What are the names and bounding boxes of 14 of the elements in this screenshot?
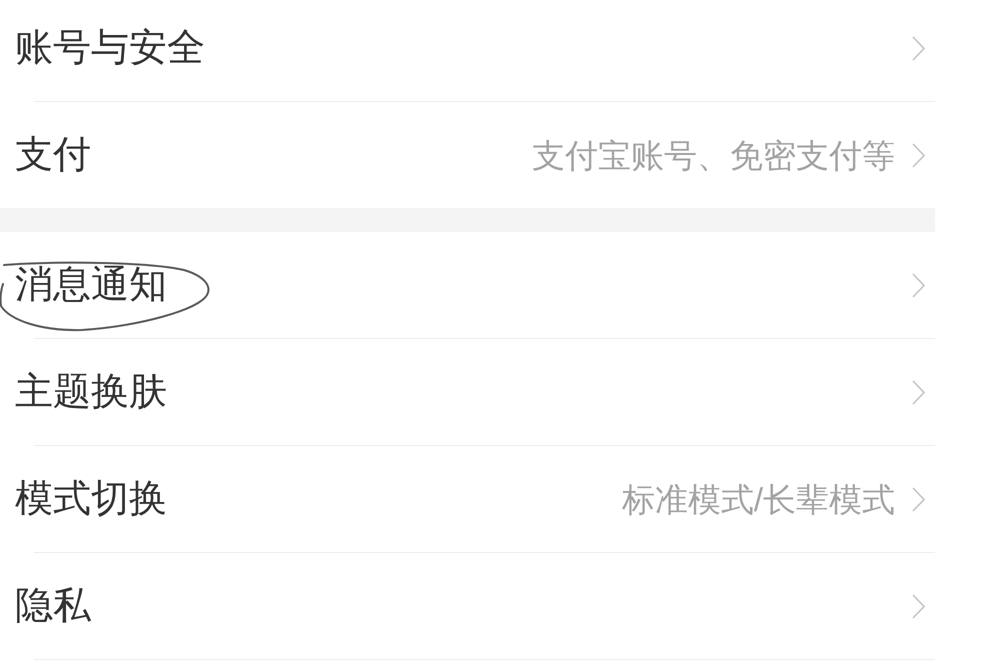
chevron-right-icon: [912, 36, 925, 60]
chevron-right-icon: [912, 272, 925, 298]
setting-label[interactable]: 模式切换: [15, 480, 167, 518]
setting-label[interactable]: 主题换肤: [15, 373, 167, 411]
chevron-right-icon: [912, 594, 925, 618]
setting-label[interactable]: 消息通知: [15, 266, 167, 304]
setting-label[interactable]: 隐私: [15, 587, 91, 625]
chevron-right-icon: [912, 380, 925, 404]
setting-value: 支付宝账号、免密支付等: [532, 138, 895, 172]
setting-label[interactable]: 账号与安全: [15, 29, 205, 67]
setting-value: 标准模式/长辈模式: [622, 482, 895, 516]
chevron-right-icon: [912, 142, 925, 168]
chevron-right-icon: [912, 486, 925, 512]
setting-label[interactable]: 支付: [15, 136, 91, 174]
